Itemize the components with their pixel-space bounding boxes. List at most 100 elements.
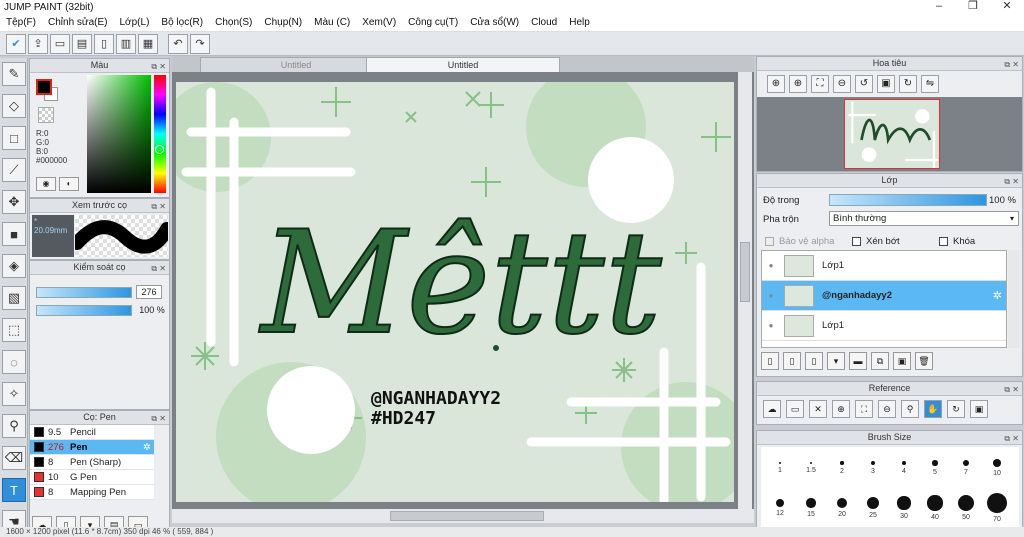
lock-checkbox[interactable]: Khóa	[939, 236, 975, 247]
brush-item[interactable]: 10 G Pen	[30, 470, 154, 485]
gear-icon[interactable]: ✲	[143, 442, 151, 453]
delete-layer-icon[interactable]: 🗑	[915, 352, 933, 370]
eyedropper-icon[interactable]: ⚲	[901, 400, 919, 418]
zoom-fit-icon[interactable]: ⊕	[767, 75, 785, 93]
open-folder-icon[interactable]: ▭	[786, 400, 804, 418]
panel-controls-icon[interactable]: ⧉ ✕	[1004, 432, 1019, 445]
navigator-thumbnail[interactable]	[844, 99, 940, 169]
close-reference-icon[interactable]: ✕	[809, 400, 827, 418]
cloud-check-icon[interactable]: ✔	[6, 33, 26, 54]
new-1bit-layer-icon[interactable]: ▯	[805, 352, 823, 370]
line-tool-icon[interactable]: ⟋	[2, 158, 26, 182]
brush-size-option[interactable]: 10	[982, 449, 1012, 487]
layer-row[interactable]: ● @nganhadayy2 ✲	[762, 281, 1006, 311]
brush-size-option[interactable]: 15	[796, 489, 826, 527]
menu-color[interactable]: Màu (C)	[308, 17, 356, 28]
brush-item[interactable]: 8 Mapping Pen	[30, 485, 154, 500]
palette-icon[interactable]: ◉	[36, 177, 56, 191]
add-layer-menu-icon[interactable]: ▾	[827, 352, 845, 370]
brush-size-slider[interactable]	[36, 287, 132, 298]
visibility-icon[interactable]: ●	[762, 291, 780, 300]
reset-view-icon[interactable]: ▣	[877, 75, 895, 93]
brush-size-field[interactable]: 276	[136, 285, 162, 299]
blend-mode-select[interactable]: Bình thường ▾	[829, 211, 1019, 226]
fit-window-icon[interactable]: ⛶	[811, 75, 829, 93]
brush-item[interactable]: 276 Pen ✲	[30, 440, 154, 455]
select-tool-icon[interactable]: ⬚	[2, 318, 26, 342]
brush-item[interactable]: 8 Pen (Sharp)	[30, 455, 154, 470]
panel-controls-icon[interactable]: ⧉ ✕	[151, 412, 166, 425]
zoom-in-icon[interactable]: ⊕	[789, 75, 807, 93]
new-8bit-layer-icon[interactable]: ▯	[783, 352, 801, 370]
rectangle-tool-icon[interactable]: □	[2, 126, 26, 150]
maximize-button[interactable]: ❐	[956, 0, 990, 14]
grid-settings-icon[interactable]: ▦	[138, 33, 158, 54]
rotate-left-icon[interactable]: ↺	[855, 75, 873, 93]
tab-untitled-1[interactable]: Untitled	[200, 57, 392, 72]
flip-icon[interactable]: ⇋	[921, 75, 939, 93]
brush-size-option[interactable]: 20	[827, 489, 857, 527]
redo-icon[interactable]: ↷	[190, 33, 210, 54]
fill-rect-tool-icon[interactable]: ■	[2, 222, 26, 246]
transparent-color-swatch[interactable]	[38, 107, 54, 123]
brush-size-option[interactable]: 5	[920, 449, 950, 487]
new-layer-icon[interactable]: ▯	[761, 352, 779, 370]
menu-window[interactable]: Cửa sổ(W)	[464, 17, 525, 28]
share-icon[interactable]: ⇪	[28, 33, 48, 54]
layer-row[interactable]: ● Lớp1	[762, 311, 1006, 341]
zoom-out-icon[interactable]: ⊖	[833, 75, 851, 93]
vertical-scroll-thumb[interactable]	[740, 242, 750, 302]
undo-icon[interactable]: ↶	[168, 33, 188, 54]
minimize-button[interactable]: –	[922, 0, 956, 14]
brush-item[interactable]: 9.5 Pencil	[30, 425, 154, 440]
brush-size-option[interactable]: 3	[858, 449, 888, 487]
menu-filter[interactable]: Bộ lọc(R)	[155, 17, 209, 28]
brush-size-option[interactable]: 1.5	[796, 449, 826, 487]
menu-tools[interactable]: Công cụ(T)	[402, 17, 464, 28]
cloud-icon[interactable]: ☁	[763, 400, 781, 418]
fit-icon[interactable]: ⛶	[855, 400, 873, 418]
selection-eraser-tool-icon[interactable]: ⌫	[2, 446, 26, 470]
layer-row[interactable]: ● Lớp1	[762, 251, 1006, 281]
page-icon[interactable]: ▯	[94, 33, 114, 54]
new-folder-icon[interactable]: ▬	[849, 352, 867, 370]
comment-icon[interactable]: ▭	[50, 33, 70, 54]
hand-icon[interactable]: ✋	[924, 400, 942, 418]
magic-wand-tool-icon[interactable]: ✧	[2, 382, 26, 406]
protect-alpha-checkbox[interactable]: Bảo vệ alpha	[765, 236, 834, 247]
zoom-out-icon[interactable]: ⊖	[878, 400, 896, 418]
foreground-color-swatch[interactable]	[36, 79, 52, 95]
brush-size-option[interactable]: 1	[765, 449, 795, 487]
brush-size-option[interactable]: 4	[889, 449, 919, 487]
menu-layer[interactable]: Lớp(L)	[114, 17, 156, 28]
gear-icon[interactable]: ✲	[993, 289, 1002, 302]
brush-tool-icon[interactable]: ✎	[2, 62, 26, 86]
pages-icon[interactable]: ▥	[116, 33, 136, 54]
merge-layer-icon[interactable]: ▣	[893, 352, 911, 370]
panel-controls-icon[interactable]: ⧉ ✕	[151, 262, 166, 275]
text-tool-icon[interactable]: T	[2, 478, 26, 502]
brush-size-option[interactable]: 2	[827, 449, 857, 487]
zoom-in-icon[interactable]: ⊕	[832, 400, 850, 418]
menu-capture[interactable]: Chụp(N)	[258, 17, 308, 28]
panel-controls-icon[interactable]: ⧉ ✕	[151, 60, 166, 73]
duplicate-layer-icon[interactable]: ⧉	[871, 352, 889, 370]
canvas-vertical-scrollbar[interactable]	[738, 72, 752, 518]
menu-edit[interactable]: Chỉnh sửa(E)	[42, 17, 114, 28]
visibility-icon[interactable]: ●	[762, 321, 780, 330]
bucket-tool-icon[interactable]: ◈	[2, 254, 26, 278]
color-settings-icon[interactable]: ◐	[59, 177, 79, 191]
menu-select[interactable]: Chọn(S)	[209, 17, 258, 28]
panel-controls-icon[interactable]: ⧉ ✕	[1004, 175, 1019, 188]
eyedropper-tool-icon[interactable]: ⚲	[2, 414, 26, 438]
reset-icon[interactable]: ▣	[970, 400, 988, 418]
clipping-checkbox[interactable]: Xén bớt	[852, 236, 900, 247]
menu-file[interactable]: Tệp(F)	[0, 17, 42, 28]
move-tool-icon[interactable]: ✥	[2, 190, 26, 214]
rotate-icon[interactable]: ↻	[947, 400, 965, 418]
panel-controls-icon[interactable]: ⧉ ✕	[1004, 383, 1019, 396]
menu-cloud[interactable]: Cloud	[525, 17, 563, 28]
layer-list-scrollbar[interactable]	[1008, 250, 1020, 348]
chat-icon[interactable]: ▤	[72, 33, 92, 54]
rotate-right-icon[interactable]: ↻	[899, 75, 917, 93]
